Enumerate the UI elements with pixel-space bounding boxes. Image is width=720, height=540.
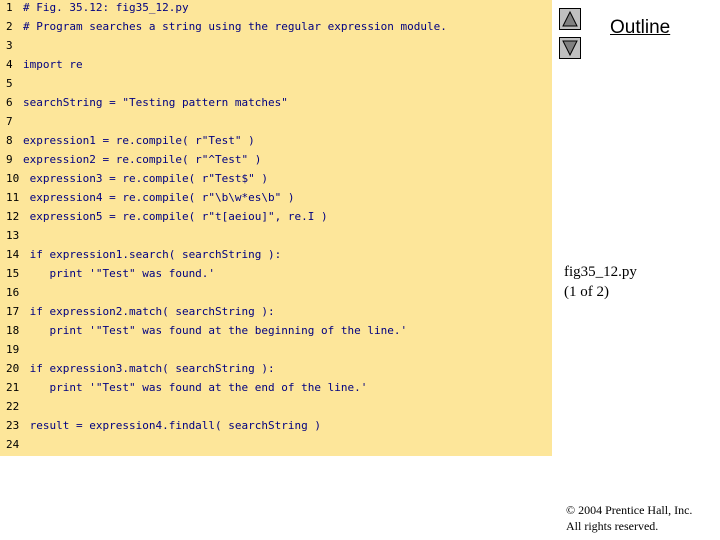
copyright-line-1: © 2004 Prentice Hall, Inc.: [566, 503, 693, 517]
code-text: expression1 = re.compile( r"Test" ): [23, 134, 255, 147]
line-number: 11: [6, 191, 20, 204]
code-text: expression2 = re.compile( r"^Test" ): [23, 153, 262, 166]
line-number: 23: [6, 419, 20, 432]
line-number: 10: [6, 172, 20, 185]
code-text: if expression2.match( searchString ):: [23, 305, 275, 318]
line-number: 3: [6, 39, 13, 52]
code-text: print '"Test" was found at the end of th…: [23, 381, 368, 394]
code-text: print '"Test" was found.': [23, 267, 216, 280]
code-text: # Fig. 35.12: fig35_12.py: [23, 1, 189, 14]
line-number: 6: [6, 96, 13, 109]
code-text: result = expression4.findall( searchStri…: [23, 419, 322, 432]
triangle-down-icon: [562, 40, 578, 56]
triangle-up-icon: [562, 11, 578, 27]
line-number: 5: [6, 77, 13, 90]
code-text: import re: [23, 58, 83, 71]
line-number: 12: [6, 210, 20, 223]
line-number: 8: [6, 134, 13, 147]
previous-slide-button[interactable]: [559, 8, 581, 30]
line-number: 2: [6, 20, 13, 33]
line-number: 21: [6, 381, 20, 394]
line-number: 20: [6, 362, 20, 375]
outline-link[interactable]: Outline: [610, 17, 670, 39]
line-number: 14: [6, 248, 20, 261]
line-number: 16: [6, 286, 20, 299]
code-text: print '"Test" was found at the beginning…: [23, 324, 408, 337]
line-number: 17: [6, 305, 20, 318]
code-listing: 1 # Fig. 35.12: fig35_12.py 2 # Program sea…: [0, 0, 552, 456]
line-number: 9: [6, 153, 13, 166]
code-text: searchString = "Testing pattern matches": [23, 96, 288, 109]
line-number: 24: [6, 438, 20, 451]
line-number: 1: [6, 1, 13, 14]
next-slide-button[interactable]: [559, 37, 581, 59]
copyright-line-2: All rights reserved.: [566, 519, 659, 533]
line-number: 22: [6, 400, 20, 413]
code-text: expression4 = re.compile( r"\b\w*es\b" ): [23, 191, 295, 204]
code-text: # Program searches a string using the re…: [23, 20, 447, 33]
code-text: if expression3.match( searchString ):: [23, 362, 275, 375]
line-number: 7: [6, 115, 13, 128]
code-text: if expression1.search( searchString ):: [23, 248, 282, 261]
line-number: 4: [6, 58, 13, 71]
code-text: expression5 = re.compile( r"t[aeiou]", r…: [23, 210, 328, 223]
file-caption: fig35_12.py: [564, 264, 637, 280]
line-number: 15: [6, 267, 20, 280]
line-number: 19: [6, 343, 20, 356]
line-number: 18: [6, 324, 20, 337]
line-number: 13: [6, 229, 20, 242]
page-caption: (1 of 2): [564, 284, 609, 300]
code-text: expression3 = re.compile( r"Test$" ): [23, 172, 269, 185]
